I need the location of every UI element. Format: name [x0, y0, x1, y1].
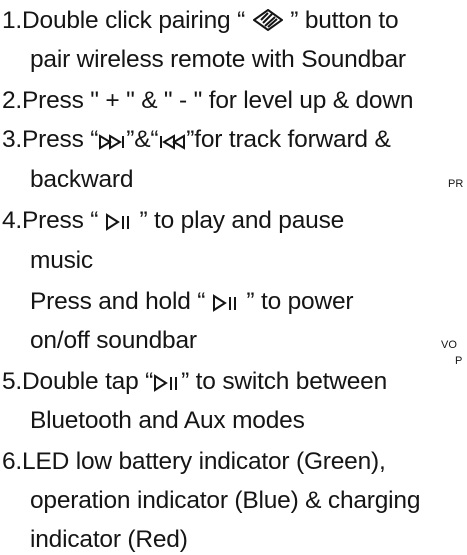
- play-pause-icon: [212, 294, 239, 312]
- instruction-3-line-2: backward: [30, 166, 134, 193]
- side-label-p: P: [455, 355, 463, 367]
- instruction-1-line-2: pair wireless remote with Soundbar: [30, 46, 406, 73]
- track-backward-icon: [159, 134, 186, 150]
- pairing-icon: [252, 9, 283, 31]
- play-pause-icon: [154, 374, 180, 392]
- instruction-2: 2.Press " + " & " - " for level up & dow…: [2, 87, 414, 114]
- instruction-4-line-3: Press and hold “ ” to power: [30, 288, 354, 315]
- instruction-1-line-1: 1.Double click pairing “ ” button to: [2, 7, 399, 34]
- play-pause-icon: [105, 213, 132, 231]
- instruction-4-line-1: 4.Press “ ” to play and pause: [2, 207, 345, 234]
- instruction-5-line-2: Bluetooth and Aux modes: [30, 407, 305, 434]
- instruction-6-line-1: 6.LED low battery indicator (Green),: [2, 448, 386, 475]
- instruction-5-line-1: 5.Double tap “” to switch between: [2, 368, 388, 395]
- instruction-4-line-2: music: [30, 247, 93, 274]
- instruction-3-line-1: 3.Press “”&“ ”for track forward &: [2, 126, 391, 153]
- side-label-vo: VO: [441, 339, 457, 351]
- instruction-4-line-4: on/off soundbar: [30, 327, 197, 354]
- instruction-6-line-3: indicator (Red): [30, 526, 188, 553]
- track-forward-icon: [99, 134, 125, 150]
- instruction-6-line-2: operation indicator (Blue) & charging: [30, 487, 421, 514]
- side-label-pr: PR: [448, 178, 464, 190]
